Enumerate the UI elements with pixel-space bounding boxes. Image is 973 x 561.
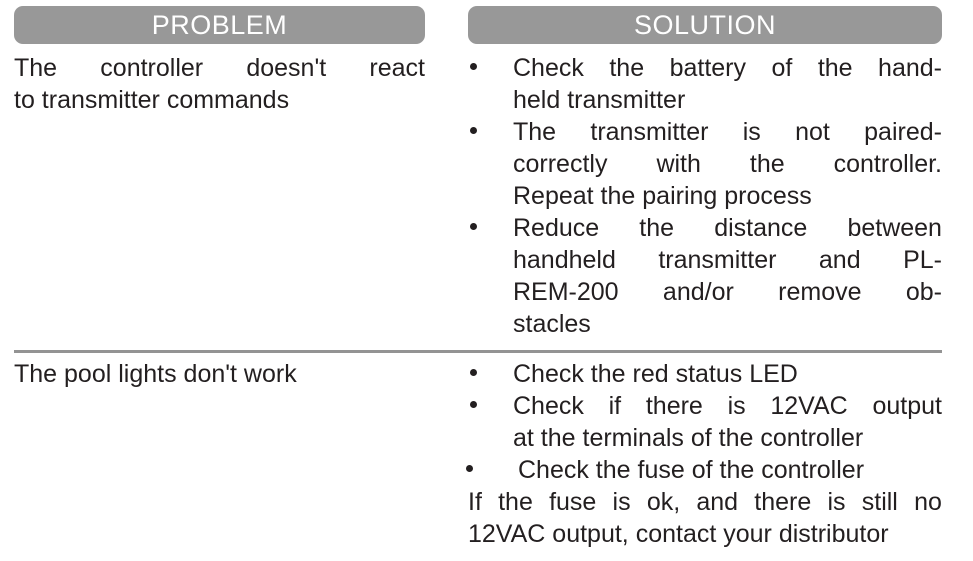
solution-word: Reduce <box>513 214 600 242</box>
row-2-problem-cell: The pool lights don't work <box>14 358 425 390</box>
solution-word: is <box>742 118 761 146</box>
solution-line: Reduce the distance between <box>513 212 942 244</box>
solution-word: with <box>656 150 701 178</box>
note-word: the <box>498 488 533 516</box>
solution-word: the <box>749 150 785 178</box>
solution-list-2: Check the red status LED Check if there … <box>462 358 942 550</box>
solution-word: remove <box>778 278 862 306</box>
solution-word: distance <box>714 214 808 242</box>
note-word: there <box>754 488 812 516</box>
solution-word: PL- <box>903 246 942 274</box>
note-word: ok, <box>646 488 681 516</box>
bullet-icon <box>470 223 477 230</box>
solution-line: handheld transmitter and PL- <box>513 244 942 276</box>
solution-word: there <box>645 392 703 420</box>
solution-word: and <box>818 246 861 274</box>
note-word: is <box>827 488 846 516</box>
solution-line: Repeat the pairing process <box>513 182 812 210</box>
solution-line: REM-200 and/or remove ob- <box>513 276 942 308</box>
note-word: and <box>696 488 739 516</box>
note-line: 12VAC output, contact your distributor <box>468 520 889 548</box>
solution-word: the <box>609 54 645 82</box>
problem-line: The pool lights don't work <box>14 360 297 388</box>
solution-word: is <box>727 392 746 420</box>
note-word: fuse <box>549 488 597 516</box>
solution-word: REM-200 <box>513 278 619 306</box>
solution-line: Check if there is 12VAC output <box>513 390 942 422</box>
row-1-problem-cell: The controller doesn't react to transmit… <box>14 52 425 116</box>
solution-word: Check <box>513 392 584 420</box>
solution-word: hand- <box>878 54 942 82</box>
list-item: Check if there is 12VAC output at the te… <box>462 390 942 454</box>
list-item: The transmitter is not paired- correctly… <box>462 116 942 212</box>
solution-line: Check the battery of the hand- <box>513 52 942 84</box>
solution-word: the <box>639 214 675 242</box>
solution-word: paired- <box>864 118 942 146</box>
solution-word: transmitter <box>658 246 777 274</box>
solution-word: between <box>847 214 942 242</box>
solution-word: 12VAC <box>770 392 848 420</box>
bullet-icon <box>470 369 477 376</box>
list-item: Reduce the distance between handheld tra… <box>462 212 942 340</box>
solution-note: If the fuse is ok, and there is still no… <box>462 486 942 550</box>
solution-word: output <box>872 392 942 420</box>
solution-word: ob- <box>905 278 942 306</box>
solution-line: held transmitter <box>513 86 686 114</box>
solution-word: The <box>513 118 557 146</box>
bullet-icon <box>470 127 477 134</box>
problem-line: The controller doesn't react <box>14 52 425 84</box>
list-item: Check the battery of the hand- held tran… <box>462 52 942 116</box>
problem-text-1: The controller doesn't react to transmit… <box>14 52 425 116</box>
solution-word: not <box>795 118 830 146</box>
solution-word: of <box>771 54 793 82</box>
note-word: no <box>914 488 942 516</box>
solution-word: correctly <box>513 150 608 178</box>
bullet-icon <box>470 63 477 70</box>
note-word: still <box>861 488 898 516</box>
solution-line: Check the red status LED <box>513 360 798 388</box>
row-divider <box>14 350 942 353</box>
bullet-icon <box>466 465 473 472</box>
note-word: is <box>612 488 631 516</box>
solution-word: handheld <box>513 246 616 274</box>
solution-line: Check the fuse of the controller <box>518 456 865 484</box>
solution-word: battery <box>669 54 747 82</box>
problem-word: controller <box>100 54 204 82</box>
solution-line: The transmitter is not paired- <box>513 116 942 148</box>
solution-line: stacles <box>513 310 591 338</box>
solution-line: at the terminals of the controller <box>513 424 864 452</box>
row-2-solution-cell: Check the red status LED Check if there … <box>462 358 942 550</box>
solution-word: and/or <box>662 278 734 306</box>
note-word: If <box>468 488 482 516</box>
column-header-solution: SOLUTION <box>468 6 942 44</box>
solution-line: correctly with the controller. <box>513 148 942 180</box>
row-1-solution-cell: Check the battery of the hand- held tran… <box>462 52 942 340</box>
solution-word: if <box>608 392 622 420</box>
column-header-problem: PROBLEM <box>14 6 425 44</box>
bullet-icon <box>470 401 477 408</box>
solution-list-1: Check the battery of the hand- held tran… <box>462 52 942 340</box>
solution-word: transmitter <box>590 118 709 146</box>
note-line: If the fuse is ok, and there is still no <box>468 486 942 518</box>
troubleshooting-table: PROBLEM SOLUTION The controller doesn't … <box>0 0 973 561</box>
problem-line: to transmitter commands <box>14 86 290 114</box>
list-item: Check the red status LED <box>462 358 942 390</box>
table-header-row: PROBLEM SOLUTION <box>0 6 973 44</box>
list-item: Check the fuse of the controller <box>462 454 942 486</box>
problem-word: doesn't <box>246 54 327 82</box>
problem-word: react <box>369 54 425 82</box>
problem-word: The <box>14 54 58 82</box>
problem-text-2: The pool lights don't work <box>14 358 425 390</box>
solution-word: the <box>817 54 853 82</box>
solution-word: Check <box>513 54 584 82</box>
solution-word: controller. <box>833 150 942 178</box>
